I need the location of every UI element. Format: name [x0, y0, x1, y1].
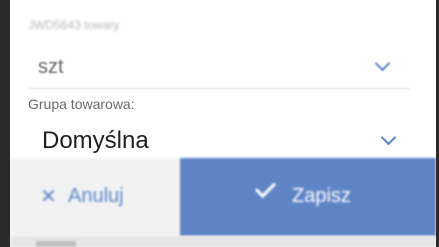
product-group-value: Domyślna	[42, 127, 149, 154]
obscured-text	[36, 241, 76, 247]
save-button-label: Zapisz	[292, 185, 351, 207]
product-form: JWD5643 towary szt Grupa towarowa: Domyś…	[10, 0, 436, 247]
group-field-label: Grupa towarowa:	[28, 96, 135, 112]
cancel-button[interactable]: ✕ Anuluj	[10, 158, 180, 236]
product-group-select[interactable]: Domyślna	[28, 118, 414, 160]
chevron-down-icon	[380, 129, 397, 146]
save-button[interactable]: Zapisz	[180, 158, 436, 236]
dialog-frame: JWD5643 towary szt Grupa towarowa: Domyś…	[0, 0, 439, 247]
unit-select[interactable]: szt	[28, 50, 410, 89]
action-bar: ✕ Anuluj Zapisz	[10, 158, 436, 236]
cancel-button-label: Anuluj	[68, 185, 124, 207]
content-below	[10, 236, 436, 247]
close-icon: ✕	[40, 186, 57, 208]
unit-field-caption: JWD5643 towary	[28, 18, 120, 32]
checkmark-icon	[254, 176, 277, 199]
unit-value: szt	[38, 56, 64, 78]
chevron-down-icon	[374, 55, 391, 72]
